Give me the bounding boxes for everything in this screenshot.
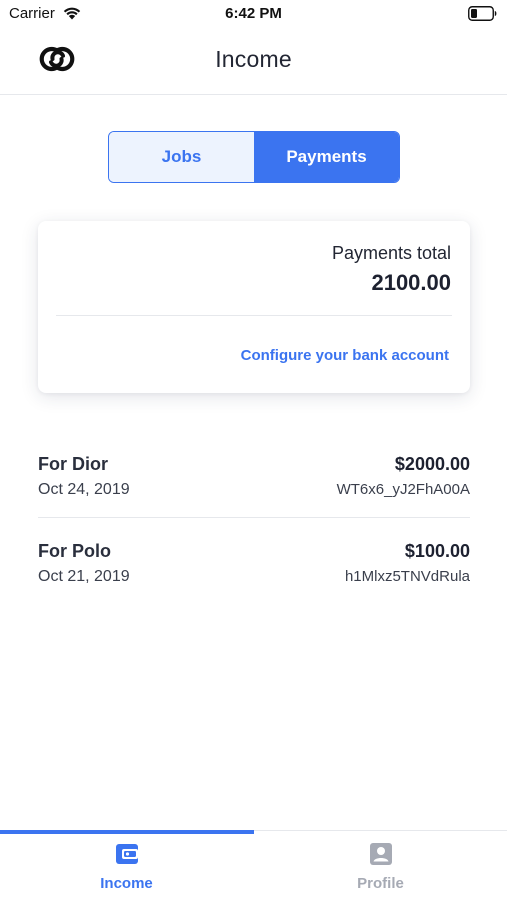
payments-total-label: Payments total (331, 243, 451, 263)
tab-income[interactable]: Income (0, 831, 253, 900)
payments-list: For Dior Oct 24, 2019 $2000.00 WT6x6_yJ2… (38, 432, 470, 603)
payment-reference: h1Mlxz5TNVdRula (344, 568, 470, 585)
user-badge-icon (369, 843, 392, 865)
bottom-tab-bar: Income Profile (0, 830, 507, 900)
segment-payments[interactable]: Payments (254, 132, 399, 182)
tab-income-label: Income (100, 875, 153, 892)
page-title: Income (215, 46, 292, 72)
tab-profile-label: Profile (357, 875, 404, 892)
payments-total-value: 2100.00 (371, 270, 451, 295)
tab-profile[interactable]: Profile (254, 831, 507, 900)
status-bar: Carrier 6:42 PM (0, 0, 507, 28)
payment-amount: $2000.00 (394, 454, 470, 474)
card-divider (56, 315, 452, 316)
segment-jobs[interactable]: Jobs (109, 132, 254, 182)
battery-icon (468, 6, 497, 21)
payment-date: Oct 24, 2019 (38, 481, 130, 498)
payments-summary-card: Payments total 2100.00 Configure your ba… (38, 221, 470, 393)
payment-date: Oct 21, 2019 (38, 568, 130, 585)
payment-reference: WT6x6_yJ2FhA00A (336, 481, 470, 498)
status-time: 6:42 PM (225, 5, 282, 22)
list-item[interactable]: For Dior Oct 24, 2019 $2000.00 WT6x6_yJ2… (38, 432, 470, 517)
income-segmented-control: Jobs Payments (108, 131, 400, 183)
payment-name: For Dior (38, 454, 108, 474)
app-header: Income (0, 28, 507, 95)
payment-amount: $100.00 (404, 541, 470, 561)
configure-bank-account-link[interactable]: Configure your bank account (241, 347, 449, 364)
wallet-icon (115, 844, 138, 864)
list-item[interactable]: For Polo Oct 21, 2019 $100.00 h1Mlxz5TNV… (38, 517, 470, 603)
payment-name: For Polo (38, 541, 111, 561)
